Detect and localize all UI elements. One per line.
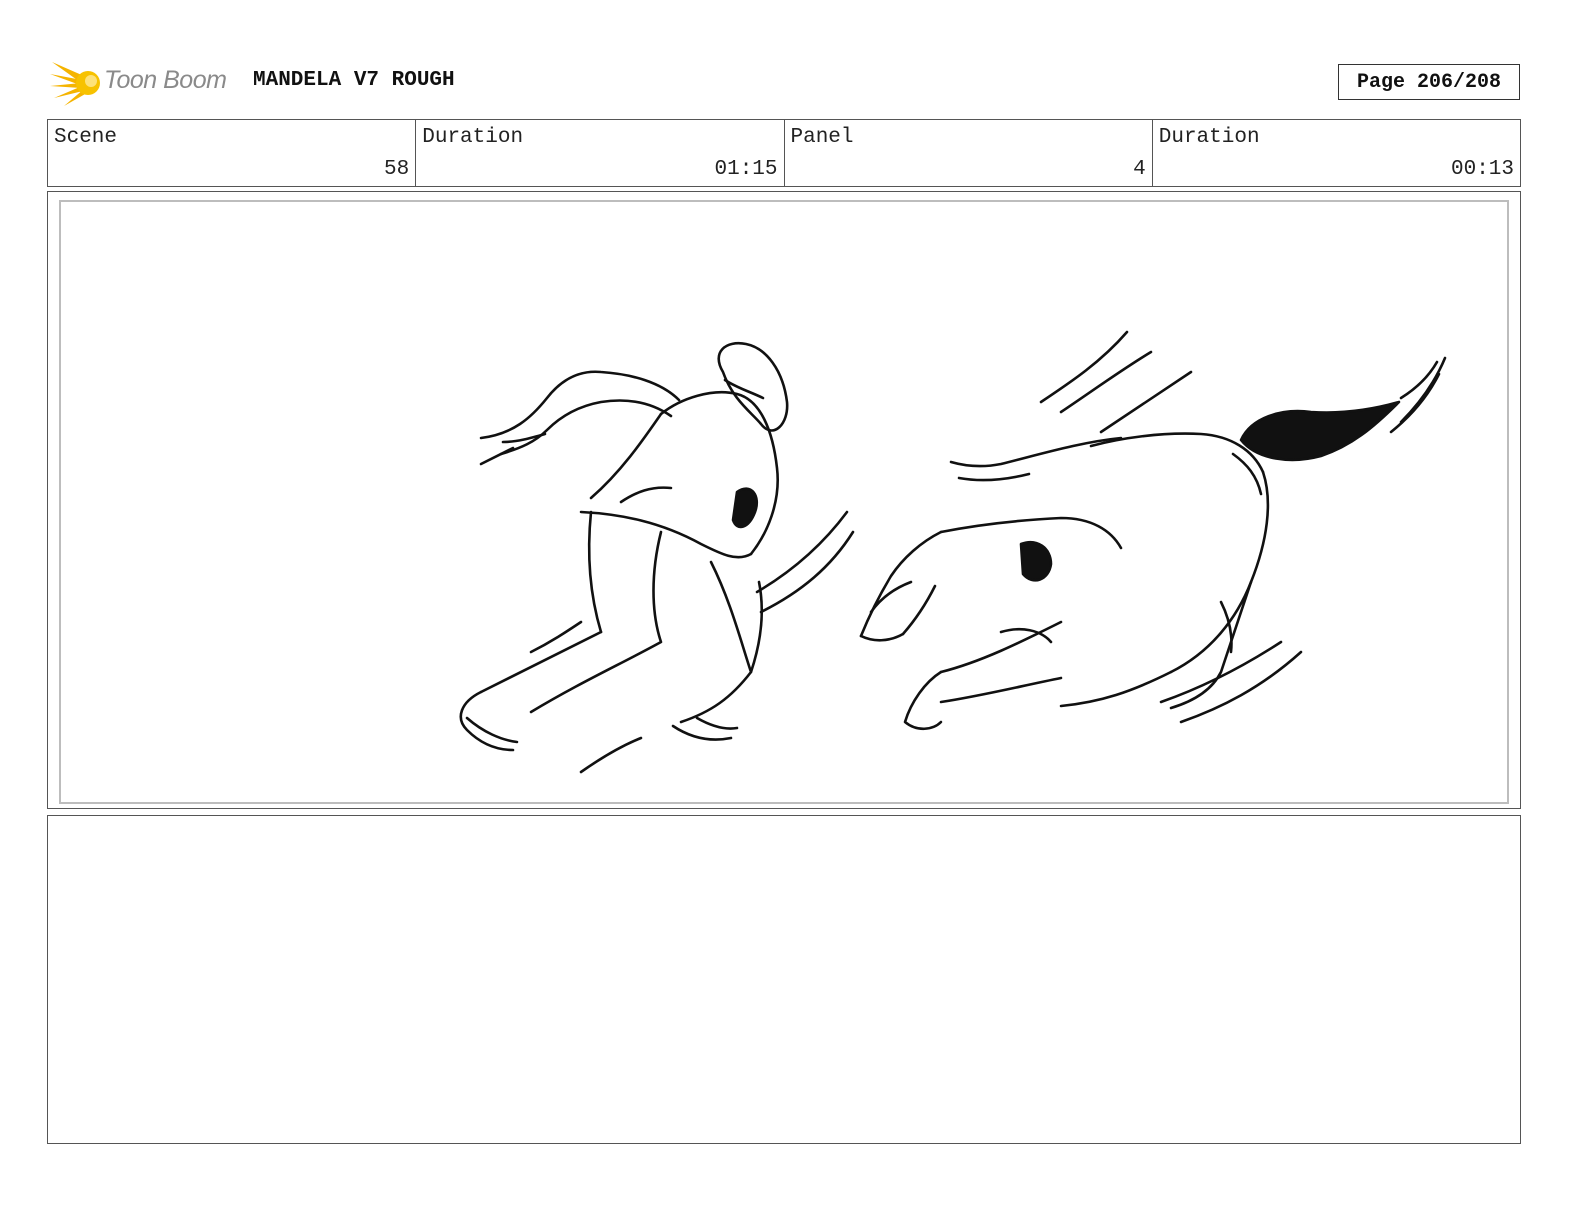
scene-duration-label: Duration — [422, 126, 524, 149]
scene-cell: Scene 58 — [48, 120, 417, 186]
sketch-drawing — [459, 330, 1447, 774]
logo-text: Toon Boom — [104, 66, 227, 94]
sun-burst-icon — [50, 62, 100, 106]
storyboard-drawing-area — [59, 200, 1509, 804]
storyboard-panel-frame — [47, 191, 1521, 809]
panel-duration-value: 00:13 — [1450, 158, 1514, 181]
panel-value: 4 — [1133, 158, 1146, 181]
project-title: MANDELA V7 ROUGH — [253, 69, 455, 92]
panel-label: Panel — [790, 126, 854, 149]
scene-duration-cell: Duration 01:15 — [416, 120, 785, 186]
diving-person-sketch — [859, 330, 1447, 731]
scene-value: 58 — [384, 158, 410, 181]
toon-boom-logo: Toon Boom — [50, 56, 240, 108]
panel-duration-label: Duration — [1158, 126, 1260, 149]
panel-info-table: Scene 58 Duration 01:15 Panel 4 Duration… — [47, 119, 1521, 187]
panel-notes-box — [47, 815, 1521, 1144]
panel-cell: Panel 4 — [785, 120, 1153, 186]
page-number: Page 206/208 — [1356, 70, 1502, 94]
scene-label: Scene — [54, 126, 118, 149]
page-indicator: Page 206/208 — [1338, 64, 1520, 100]
panel-duration-cell: Duration 00:13 — [1153, 120, 1520, 186]
running-man-sketch — [459, 341, 855, 774]
scene-duration-value: 01:15 — [714, 158, 778, 181]
